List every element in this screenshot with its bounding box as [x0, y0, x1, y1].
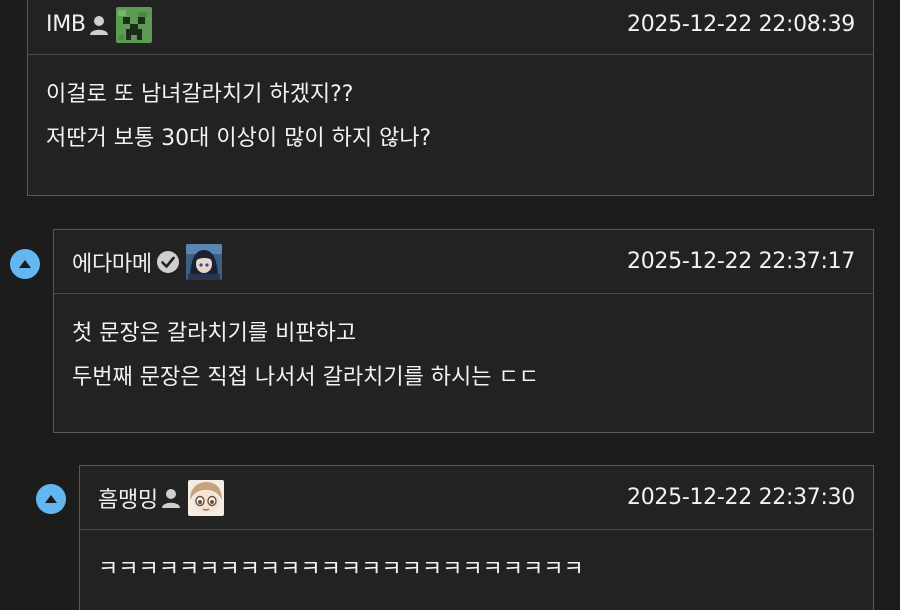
caret-up-icon [45, 495, 57, 503]
user-icon [160, 487, 182, 509]
comment-timestamp: 2025-12-22 22:08:39 [627, 12, 855, 37]
collapse-reply-button[interactable] [36, 484, 66, 514]
comment-text-line: 저딴거 보통 30대 이상이 많이 하지 않나? [46, 126, 432, 151]
comment-timestamp: 2025-12-22 22:37:17 [627, 249, 855, 274]
author-name[interactable]: 흠맹밍 [98, 482, 158, 514]
user-icon [88, 14, 110, 36]
author-name[interactable]: IMB [46, 12, 86, 37]
creeper-avatar[interactable] [115, 6, 152, 43]
reply-card: 에다마메 2025-12-22 22:37:17 첫 문장은 갈라치기를 비판하… [53, 229, 874, 433]
comment-timestamp: 2025-12-22 22:37:30 [627, 485, 855, 510]
comment-text-line: ㅋㅋㅋㅋㅋㅋㅋㅋㅋㅋㅋㅋㅋㅋㅋㅋㅋㅋㅋㅋㅋㅋㅋㅋ [98, 557, 584, 582]
caret-up-icon [19, 260, 31, 268]
comment-text-line: 이걸로 또 남녀갈라치기 하겠지?? [46, 82, 354, 107]
comment-author[interactable]: IMB [46, 6, 152, 43]
comment-text-line: 첫 문장은 갈라치기를 비판하고 [72, 321, 357, 346]
collapse-reply-button[interactable] [10, 249, 40, 279]
comment-body: 첫 문장은 갈라치기를 비판하고 두번째 문장은 직접 나서서 갈라치기를 하시… [54, 294, 873, 418]
comment-card: IMB 2025-12-22 22:08:39 이걸로 또 남녀갈라치기 하겠지… [27, 0, 874, 196]
comment-header: 에다마메 2025-12-22 22:37:17 [54, 230, 873, 294]
comment-author[interactable]: 에다마메 [72, 243, 222, 280]
comment-thread: IMB 2025-12-22 22:08:39 이걸로 또 남녀갈라치기 하겠지… [0, 0, 900, 610]
comment-header: 흠맹밍 2025-12-22 22:37:30 [80, 466, 873, 530]
anime-character-avatar[interactable] [185, 243, 222, 280]
author-name[interactable]: 에다마메 [72, 246, 152, 278]
chibi-face-avatar[interactable] [187, 479, 224, 516]
verified-check-icon [156, 250, 180, 274]
comment-body: ㅋㅋㅋㅋㅋㅋㅋㅋㅋㅋㅋㅋㅋㅋㅋㅋㅋㅋㅋㅋㅋㅋㅋㅋ [80, 530, 873, 610]
comment-text-line: 두번째 문장은 직접 나서서 갈라치기를 하시는 ㄷㄷ [72, 365, 540, 390]
comment-header: IMB 2025-12-22 22:08:39 [28, 0, 873, 55]
comment-author[interactable]: 흠맹밍 [98, 479, 224, 516]
reply-card: 흠맹밍 2025-12-22 22:37:30 ㅋㅋㅋㅋㅋㅋㅋㅋㅋㅋㅋㅋㅋㅋㅋㅋ… [79, 465, 874, 610]
comment-body: 이걸로 또 남녀갈라치기 하겠지?? 저딴거 보통 30대 이상이 많이 하지 … [28, 55, 873, 179]
